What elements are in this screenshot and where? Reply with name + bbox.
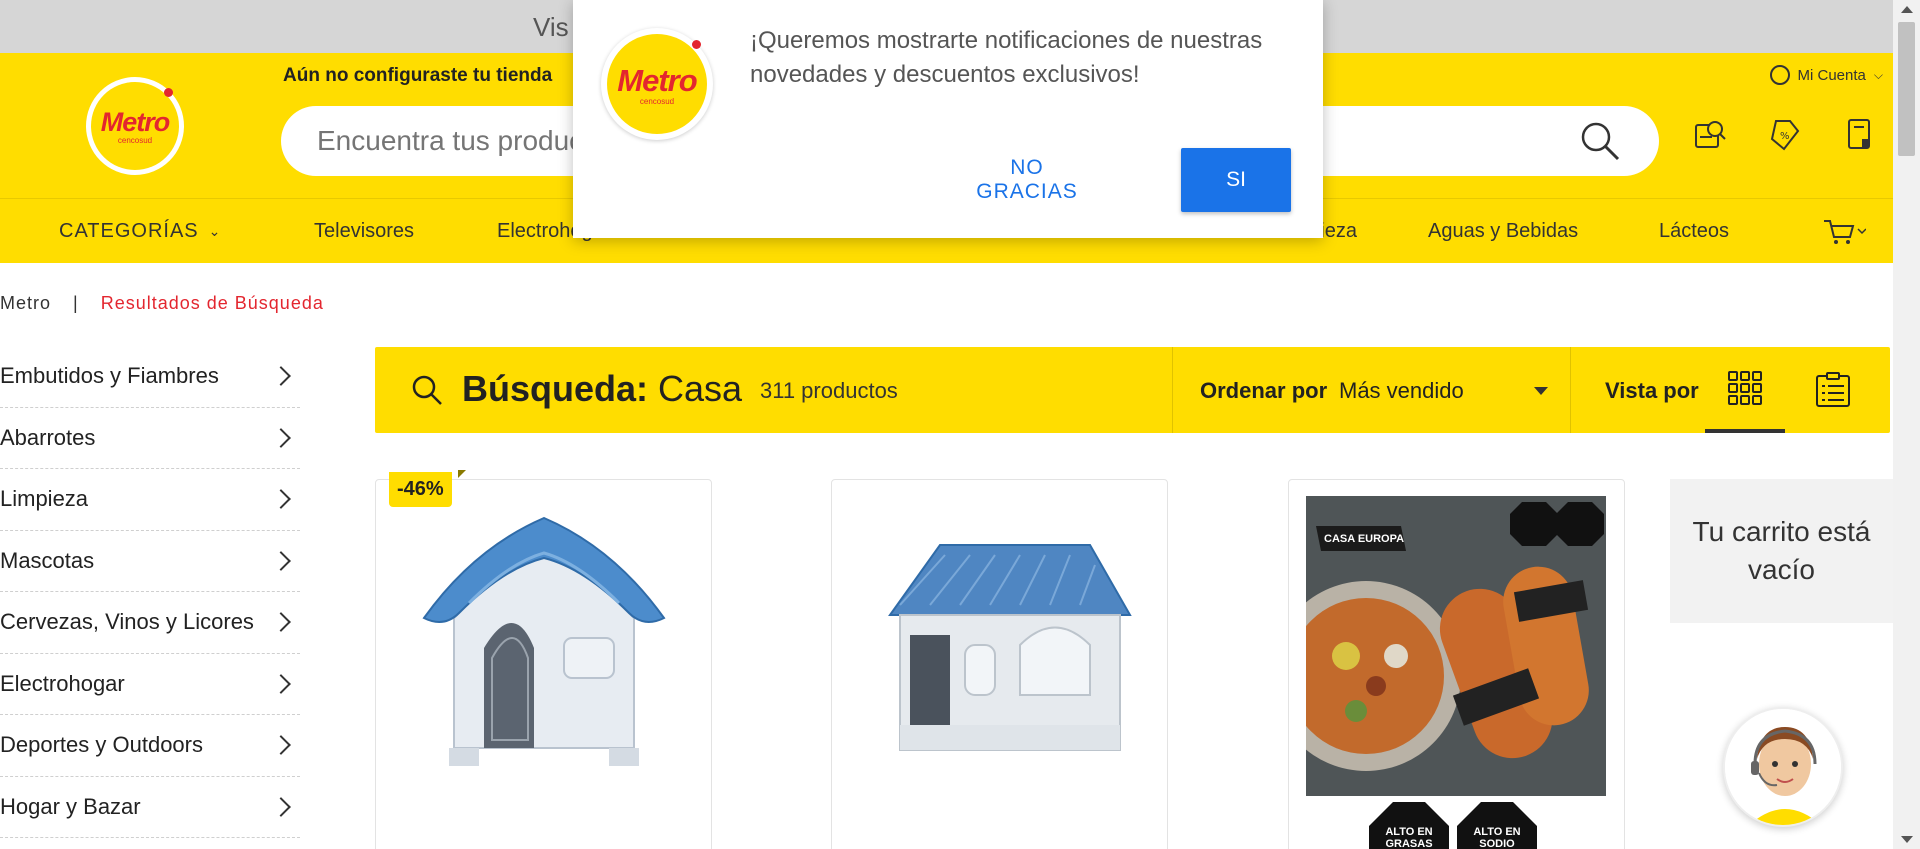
logo-text: Metro	[100, 107, 170, 137]
scroll-thumb[interactable]	[1898, 22, 1915, 156]
sidebar-item-label: Deportes y Outdoors	[0, 732, 203, 758]
promo-text: Vis	[533, 12, 569, 42]
order-select[interactable]: Más vendido	[1339, 378, 1464, 404]
page: Vis Metro cencosud Aún no configuraste t…	[0, 0, 1920, 849]
sidebar-item-embutidos[interactable]: Embutidos y Fiambres	[0, 346, 300, 408]
chevron-right-icon	[271, 489, 291, 510]
sidebar-item-electrohogar[interactable]: Electrohogar	[0, 654, 300, 715]
empty-cart-text: Tu carrito está vacío	[1692, 516, 1871, 585]
chevron-down-icon: ⌵	[1873, 67, 1883, 82]
grid-view-button[interactable]	[1705, 347, 1785, 433]
product-image-casa-europa-sausages[interactable]: CASA EUROPA	[1306, 496, 1606, 796]
nav-item-lacteos[interactable]: Lácteos	[1659, 220, 1729, 243]
logo-subtext: cencosud	[117, 136, 153, 145]
list-icon	[1816, 372, 1850, 407]
logo-text: Metro	[617, 62, 697, 98]
sidebar-item-abarrotes[interactable]: Abarrotes	[0, 408, 300, 469]
popup-message: ¡Queremos mostrarte notificaciones de nu…	[750, 27, 1263, 88]
grid-icon	[1728, 371, 1762, 405]
search-label: Búsqueda:	[462, 368, 649, 409]
sidebar-item-label: Electrohogar	[0, 670, 125, 696]
account-label: Mi Cuenta	[1797, 66, 1866, 84]
logo-subtext: cencosud	[639, 96, 675, 106]
breadcrumb-current: Resultados de Búsqueda	[100, 293, 324, 313]
sidebar-item-limpieza[interactable]: Limpieza	[0, 469, 300, 531]
sidebar-item-cervezas[interactable]: Cervezas, Vinos y Licores	[0, 592, 300, 654]
page-scrollbar[interactable]	[1893, 0, 1920, 849]
chevron-right-icon	[271, 427, 291, 448]
chevron-down-icon: ⌄	[208, 223, 222, 239]
discount-badge: -46%	[389, 472, 452, 507]
scroll-up-icon[interactable]	[1901, 6, 1913, 13]
sidebar-item-label: Abarrotes	[0, 424, 96, 450]
chevron-right-icon	[271, 612, 291, 633]
cart-icon[interactable]	[1822, 217, 1866, 247]
sidebar-item-label: Mascotas	[0, 547, 95, 573]
nav-item-limpieza[interactable]: Limpieza	[1323, 220, 1357, 243]
list-view-button[interactable]	[1793, 347, 1873, 433]
yes-button[interactable]: SI	[1181, 148, 1291, 212]
seal-alto-sodio: ALTO EN SODIO	[1457, 802, 1537, 849]
empty-cart-panel: Tu carrito está vacío	[1670, 479, 1893, 623]
product-image-dog-house-large[interactable]	[870, 525, 1140, 765]
assistant-avatar-icon	[1725, 709, 1841, 825]
seal-alto-grasas: ALTO EN GRASAS	[1369, 802, 1449, 849]
chevron-right-icon	[271, 796, 291, 817]
store-notice[interactable]: Aún no configuraste tu tienda	[283, 65, 552, 87]
chevron-right-icon	[271, 673, 291, 694]
user-icon	[1769, 65, 1790, 85]
category-sidebar: Embutidos y Fiambres Abarrotes Limpieza …	[0, 346, 300, 838]
metro-logo[interactable]: Metro cencosud	[86, 77, 184, 175]
account-menu[interactable]: Mi Cuenta ⌵	[1769, 65, 1883, 85]
product-card[interactable]: CASA EUROPA ALTO EN GRASAS ALTO EN SODIO	[1288, 479, 1625, 849]
results-bar: Búsqueda: Casa 311 productos Ordenar por…	[375, 347, 1890, 433]
coupons-icon[interactable]: %	[1768, 117, 1802, 153]
notification-permission-popup: Metro cencosud ¡Queremos mostrarte notif…	[573, 0, 1323, 238]
breadcrumb-home[interactable]: Metro	[0, 293, 51, 314]
sidebar-item-deportes[interactable]: Deportes y Outdoors	[0, 715, 300, 777]
chat-assistant-button[interactable]	[1723, 707, 1843, 827]
sidebar-item-hogar[interactable]: Hogar y Bazar	[0, 777, 300, 838]
product-image-dog-house-small[interactable]	[414, 508, 674, 778]
search-icon	[412, 375, 442, 405]
product-card[interactable]	[375, 479, 712, 849]
scroll-down-icon[interactable]	[1901, 836, 1913, 843]
breadcrumb: Metro | Resultados de Búsqueda	[0, 293, 324, 314]
svg-text:%: %	[1780, 131, 1790, 142]
store-locator-icon[interactable]	[1693, 117, 1727, 153]
sidebar-item-label: Limpieza	[0, 486, 89, 512]
product-card[interactable]	[831, 479, 1168, 849]
chevron-right-icon	[271, 550, 291, 571]
nav-item-aguas-bebidas[interactable]: Aguas y Bebidas	[1428, 220, 1578, 243]
search-icon[interactable]	[1579, 120, 1621, 162]
sidebar-item-label: Hogar y Bazar	[0, 793, 141, 819]
categories-label: CATEGORÍAS	[59, 220, 199, 242]
sidebar-item-mascotas[interactable]: Mascotas	[0, 531, 300, 592]
brand-label: CASA EUROPA	[1324, 533, 1404, 545]
chevron-right-icon	[271, 735, 291, 756]
sidebar-item-label: Embutidos y Fiambres	[0, 363, 219, 389]
categories-menu[interactable]: CATEGORÍAS ⌄	[59, 220, 221, 243]
metro-logo: Metro cencosud	[601, 28, 713, 140]
chevron-right-icon	[271, 366, 291, 387]
orders-icon[interactable]	[1843, 117, 1877, 153]
nav-item-televisores[interactable]: Televisores	[314, 220, 414, 243]
sidebar-item-label: Cervezas, Vinos y Licores	[0, 609, 254, 635]
search-query: Casa	[658, 368, 743, 409]
search-title: Búsqueda: Casa	[462, 368, 742, 410]
result-count: 311 productos	[760, 378, 898, 403]
view-label: Vista por	[1605, 378, 1699, 403]
caret-down-icon[interactable]	[1534, 387, 1548, 395]
order-label: Ordenar por	[1200, 378, 1328, 403]
no-thanks-button[interactable]: NO GRACIAS	[962, 148, 1092, 212]
breadcrumb-separator: |	[73, 293, 79, 313]
